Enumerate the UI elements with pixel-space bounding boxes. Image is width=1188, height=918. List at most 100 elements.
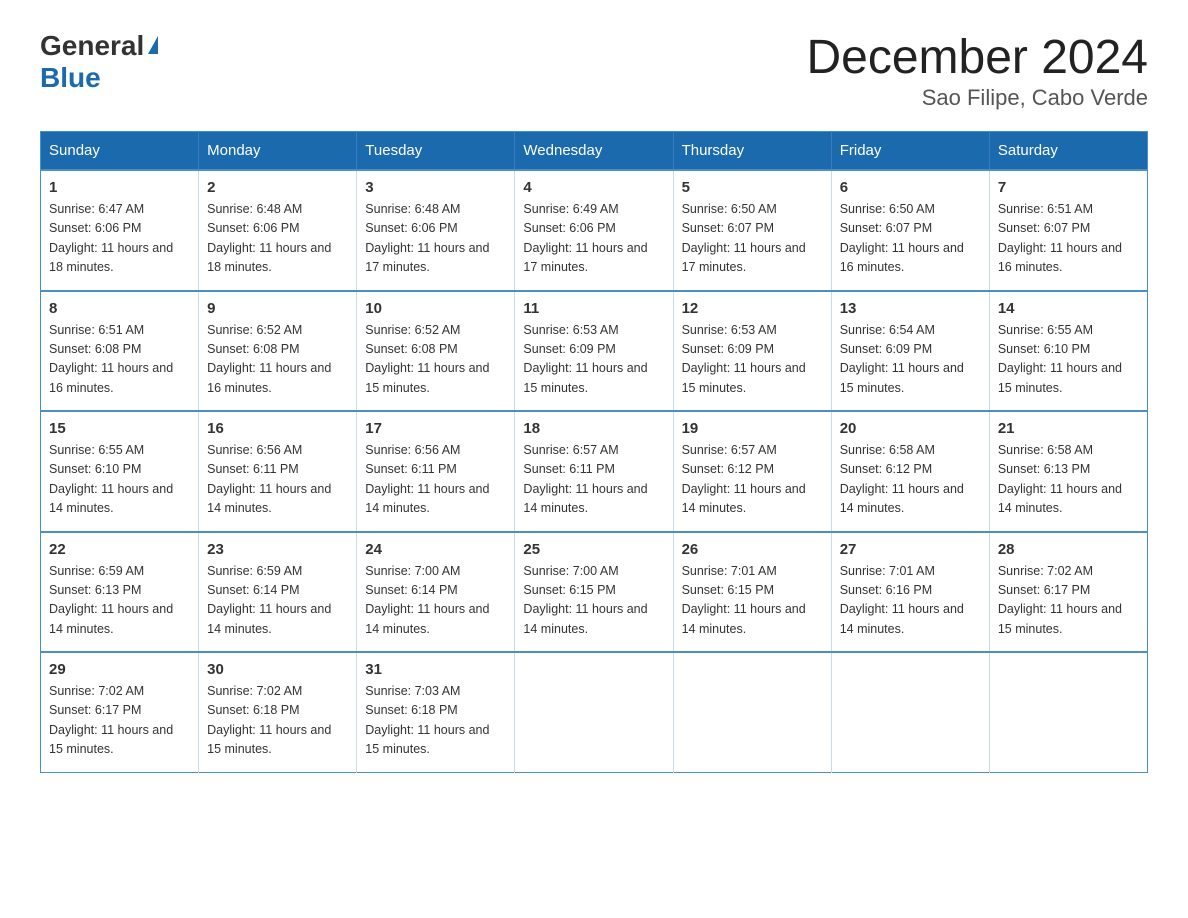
day-number: 21 <box>998 420 1139 437</box>
calendar-cell: 2Sunrise: 6:48 AMSunset: 6:06 PMDaylight… <box>199 170 357 291</box>
day-number: 23 <box>207 541 348 558</box>
day-info: Sunrise: 7:01 AMSunset: 6:15 PMDaylight:… <box>682 562 823 640</box>
day-number: 26 <box>682 541 823 558</box>
calendar-cell: 21 Sunrise: 6:58 AMSunset: 6:13 PMDayligh… <box>989 411 1147 532</box>
day-info: Sunrise: 7:00 AMSunset: 6:14 PMDaylight:… <box>365 562 506 640</box>
calendar-cell: 26 Sunrise: 7:01 AMSunset: 6:15 PMDayligh… <box>673 532 831 653</box>
calendar-cell: 16Sunrise: 6:56 AMSunset: 6:11 PMDayligh… <box>199 411 357 532</box>
calendar-cell: 10 Sunrise: 6:52 AMSunset: 6:08 PMDayligh… <box>357 291 515 412</box>
calendar-cell <box>831 652 989 772</box>
day-number: 25 <box>523 541 664 558</box>
week-row-2: 8 Sunrise: 6:51 AMSunset: 6:08 PMDaylight… <box>41 291 1148 412</box>
week-row-1: 1Sunrise: 6:47 AMSunset: 6:06 PMDaylight… <box>41 170 1148 291</box>
day-info: Sunrise: 6:51 AMSunset: 6:08 PMDaylight:… <box>49 321 190 399</box>
calendar-cell: 12 Sunrise: 6:53 AMSunset: 6:09 PMDayligh… <box>673 291 831 412</box>
calendar-cell: 14Sunrise: 6:55 AMSunset: 6:10 PMDayligh… <box>989 291 1147 412</box>
calendar-cell: 28 Sunrise: 7:02 AMSunset: 6:17 PMDayligh… <box>989 532 1147 653</box>
calendar-cell: 18 Sunrise: 6:57 AMSunset: 6:11 PMDayligh… <box>515 411 673 532</box>
day-number: 29 <box>49 661 190 678</box>
day-info: Sunrise: 7:02 AMSunset: 6:18 PMDaylight:… <box>207 682 348 760</box>
calendar-cell: 1Sunrise: 6:47 AMSunset: 6:06 PMDaylight… <box>41 170 199 291</box>
day-number: 28 <box>998 541 1139 558</box>
day-info: Sunrise: 6:48 AMSunset: 6:06 PMDaylight:… <box>365 200 506 278</box>
day-number: 24 <box>365 541 506 558</box>
calendar-cell: 22 Sunrise: 6:59 AMSunset: 6:13 PMDayligh… <box>41 532 199 653</box>
calendar-cell <box>515 652 673 772</box>
day-number: 5 <box>682 179 823 196</box>
calendar-table: SundayMondayTuesdayWednesdayThursdayFrid… <box>40 131 1148 773</box>
day-info: Sunrise: 6:58 AMSunset: 6:12 PMDaylight:… <box>840 441 981 519</box>
logo-triangle-icon <box>148 36 158 54</box>
day-number: 11 <box>523 300 664 317</box>
logo: General Blue <box>40 30 158 94</box>
header-day-tuesday: Tuesday <box>357 132 515 171</box>
day-info: Sunrise: 7:02 AMSunset: 6:17 PMDaylight:… <box>998 562 1139 640</box>
calendar-cell <box>673 652 831 772</box>
calendar-header: SundayMondayTuesdayWednesdayThursdayFrid… <box>41 132 1148 171</box>
header-day-thursday: Thursday <box>673 132 831 171</box>
header-day-sunday: Sunday <box>41 132 199 171</box>
calendar-cell: 20Sunrise: 6:58 AMSunset: 6:12 PMDayligh… <box>831 411 989 532</box>
day-info: Sunrise: 6:51 AMSunset: 6:07 PMDaylight:… <box>998 200 1139 278</box>
calendar-cell: 27 Sunrise: 7:01 AMSunset: 6:16 PMDayligh… <box>831 532 989 653</box>
page-subtitle: Sao Filipe, Cabo Verde <box>806 85 1148 111</box>
day-info: Sunrise: 6:58 AMSunset: 6:13 PMDaylight:… <box>998 441 1139 519</box>
day-info: Sunrise: 6:54 AMSunset: 6:09 PMDaylight:… <box>840 321 981 399</box>
title-block: December 2024 Sao Filipe, Cabo Verde <box>806 30 1148 111</box>
header-row: SundayMondayTuesdayWednesdayThursdayFrid… <box>41 132 1148 171</box>
day-number: 12 <box>682 300 823 317</box>
calendar-cell: 5Sunrise: 6:50 AMSunset: 6:07 PMDaylight… <box>673 170 831 291</box>
day-info: Sunrise: 6:59 AMSunset: 6:13 PMDaylight:… <box>49 562 190 640</box>
calendar-cell: 30 Sunrise: 7:02 AMSunset: 6:18 PMDayligh… <box>199 652 357 772</box>
day-info: Sunrise: 6:53 AMSunset: 6:09 PMDaylight:… <box>682 321 823 399</box>
day-number: 19 <box>682 420 823 437</box>
day-number: 9 <box>207 300 348 317</box>
day-number: 16 <box>207 420 348 437</box>
page-title: December 2024 <box>806 30 1148 85</box>
calendar-cell: 8 Sunrise: 6:51 AMSunset: 6:08 PMDaylight… <box>41 291 199 412</box>
day-number: 15 <box>49 420 190 437</box>
calendar-cell: 17Sunrise: 6:56 AMSunset: 6:11 PMDayligh… <box>357 411 515 532</box>
day-number: 10 <box>365 300 506 317</box>
calendar-cell: 15 Sunrise: 6:55 AMSunset: 6:10 PMDayligh… <box>41 411 199 532</box>
week-row-3: 15 Sunrise: 6:55 AMSunset: 6:10 PMDayligh… <box>41 411 1148 532</box>
calendar-cell: 13Sunrise: 6:54 AMSunset: 6:09 PMDayligh… <box>831 291 989 412</box>
day-info: Sunrise: 7:01 AMSunset: 6:16 PMDaylight:… <box>840 562 981 640</box>
calendar-cell: 23 Sunrise: 6:59 AMSunset: 6:14 PMDayligh… <box>199 532 357 653</box>
calendar-cell: 24 Sunrise: 7:00 AMSunset: 6:14 PMDayligh… <box>357 532 515 653</box>
day-info: Sunrise: 7:00 AMSunset: 6:15 PMDaylight:… <box>523 562 664 640</box>
day-number: 3 <box>365 179 506 196</box>
day-info: Sunrise: 6:53 AMSunset: 6:09 PMDaylight:… <box>523 321 664 399</box>
calendar-cell: 19Sunrise: 6:57 AMSunset: 6:12 PMDayligh… <box>673 411 831 532</box>
day-info: Sunrise: 7:02 AMSunset: 6:17 PMDaylight:… <box>49 682 190 760</box>
calendar-cell: 11 Sunrise: 6:53 AMSunset: 6:09 PMDayligh… <box>515 291 673 412</box>
logo-general-text: General <box>40 30 144 62</box>
calendar-body: 1Sunrise: 6:47 AMSunset: 6:06 PMDaylight… <box>41 170 1148 772</box>
day-number: 6 <box>840 179 981 196</box>
day-number: 30 <box>207 661 348 678</box>
header-day-wednesday: Wednesday <box>515 132 673 171</box>
day-info: Sunrise: 6:52 AMSunset: 6:08 PMDaylight:… <box>365 321 506 399</box>
day-info: Sunrise: 6:49 AMSunset: 6:06 PMDaylight:… <box>523 200 664 278</box>
day-info: Sunrise: 6:48 AMSunset: 6:06 PMDaylight:… <box>207 200 348 278</box>
day-number: 1 <box>49 179 190 196</box>
day-number: 4 <box>523 179 664 196</box>
calendar-cell: 25 Sunrise: 7:00 AMSunset: 6:15 PMDayligh… <box>515 532 673 653</box>
logo-blue-text: Blue <box>40 62 101 94</box>
day-number: 27 <box>840 541 981 558</box>
day-info: Sunrise: 6:55 AMSunset: 6:10 PMDaylight:… <box>998 321 1139 399</box>
day-info: Sunrise: 6:50 AMSunset: 6:07 PMDaylight:… <box>840 200 981 278</box>
week-row-4: 22 Sunrise: 6:59 AMSunset: 6:13 PMDayligh… <box>41 532 1148 653</box>
day-number: 18 <box>523 420 664 437</box>
day-info: Sunrise: 6:59 AMSunset: 6:14 PMDaylight:… <box>207 562 348 640</box>
day-number: 8 <box>49 300 190 317</box>
header-day-monday: Monday <box>199 132 357 171</box>
calendar-cell: 29 Sunrise: 7:02 AMSunset: 6:17 PMDayligh… <box>41 652 199 772</box>
calendar-cell: 7Sunrise: 6:51 AMSunset: 6:07 PMDaylight… <box>989 170 1147 291</box>
day-info: Sunrise: 6:55 AMSunset: 6:10 PMDaylight:… <box>49 441 190 519</box>
day-info: Sunrise: 7:03 AMSunset: 6:18 PMDaylight:… <box>365 682 506 760</box>
day-number: 22 <box>49 541 190 558</box>
day-info: Sunrise: 6:52 AMSunset: 6:08 PMDaylight:… <box>207 321 348 399</box>
day-info: Sunrise: 6:57 AMSunset: 6:11 PMDaylight:… <box>523 441 664 519</box>
calendar-cell: 9 Sunrise: 6:52 AMSunset: 6:08 PMDaylight… <box>199 291 357 412</box>
